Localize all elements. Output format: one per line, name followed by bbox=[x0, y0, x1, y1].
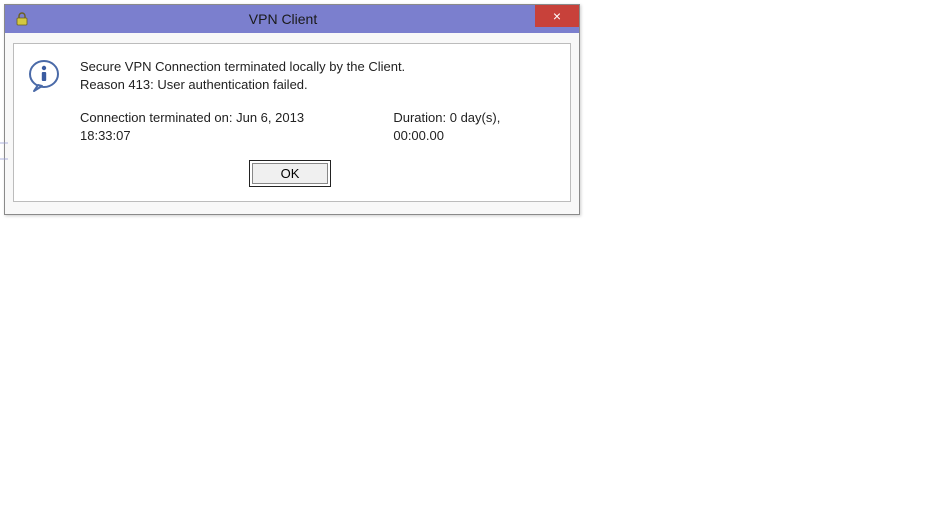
terminated-label: Connection terminated on: bbox=[80, 110, 232, 125]
decorative-edge bbox=[0, 142, 8, 160]
title-bar: VPN Client × bbox=[5, 5, 579, 33]
duration-label: Duration: bbox=[393, 110, 446, 125]
terminated-on: Connection terminated on: Jun 6, 2013 18… bbox=[80, 109, 357, 144]
ok-button[interactable]: OK bbox=[252, 163, 329, 184]
dialog-window: VPN Client × Secure VPN Connection termi… bbox=[4, 4, 580, 215]
dialog-body: Secure VPN Connection terminated locally… bbox=[5, 33, 579, 214]
app-lock-icon bbox=[13, 10, 31, 28]
content-panel: Secure VPN Connection terminated locally… bbox=[13, 43, 571, 202]
close-icon: × bbox=[553, 9, 561, 23]
message-line-1: Secure VPN Connection terminated locally… bbox=[80, 58, 554, 76]
ok-button-focus-ring: OK bbox=[249, 160, 332, 187]
info-icon bbox=[26, 58, 62, 94]
duration: Duration: 0 day(s), 00:00.00 bbox=[393, 109, 554, 144]
close-button[interactable]: × bbox=[535, 5, 579, 27]
message-line-2: Reason 413: User authentication failed. bbox=[80, 76, 554, 94]
message-block: Secure VPN Connection terminated locally… bbox=[80, 58, 554, 144]
window-title: VPN Client bbox=[31, 11, 535, 27]
